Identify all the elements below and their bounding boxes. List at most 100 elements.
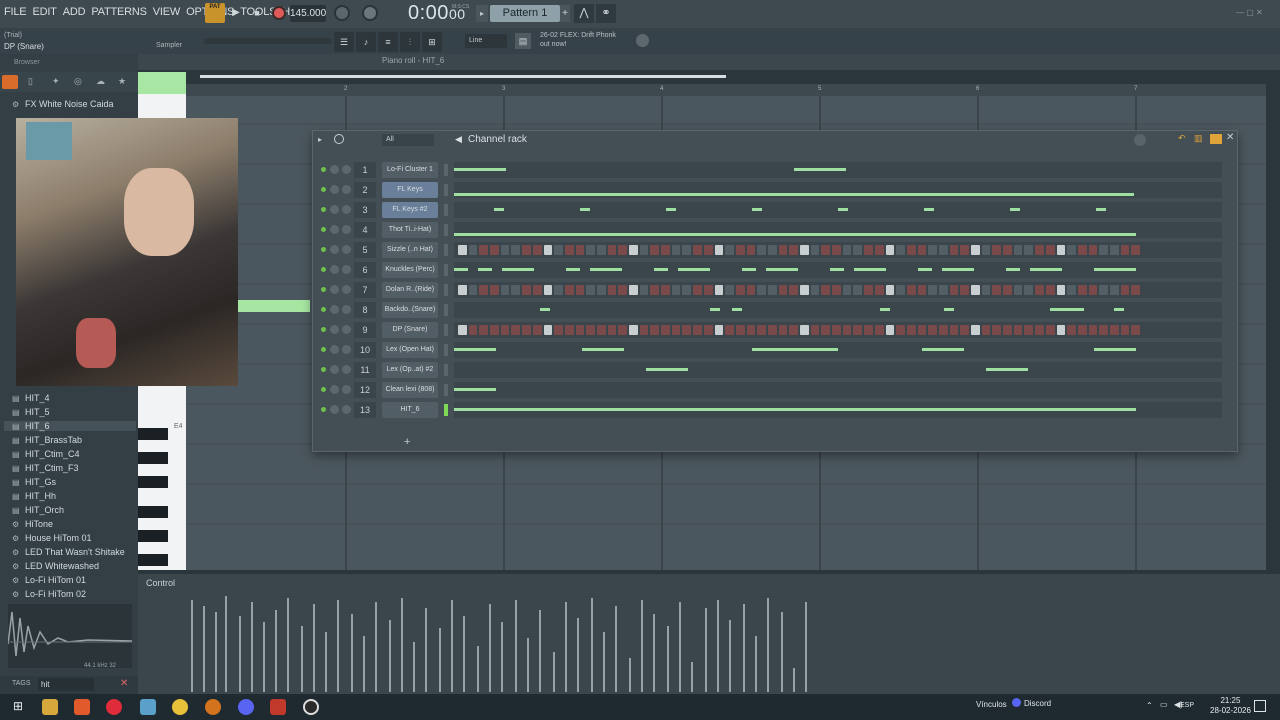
pan-knob[interactable] xyxy=(330,325,339,334)
rack-knob[interactable] xyxy=(1134,134,1146,146)
step-button[interactable] xyxy=(757,285,766,295)
clear-search-icon[interactable]: ✕ xyxy=(120,678,128,689)
browser-item[interactable]: ▤ HIT_4 xyxy=(12,393,50,403)
add-pattern-button[interactable]: + xyxy=(560,5,570,22)
add-channel-button[interactable]: + xyxy=(404,436,410,448)
brave-icon[interactable] xyxy=(74,699,90,715)
browser-item-selected[interactable]: ▤ HIT_6 xyxy=(4,421,136,431)
step-button[interactable] xyxy=(618,325,627,335)
step-button[interactable] xyxy=(874,285,884,295)
step-button[interactable] xyxy=(1099,245,1108,255)
step-button[interactable] xyxy=(714,285,724,295)
step-button[interactable] xyxy=(703,325,713,335)
step-button[interactable] xyxy=(960,245,969,255)
mixer-track-number[interactable]: 10 xyxy=(354,342,376,358)
tempo-display[interactable]: 145.000 xyxy=(290,5,326,22)
step-button[interactable] xyxy=(1045,285,1055,295)
step-button[interactable] xyxy=(458,325,467,335)
step-button[interactable] xyxy=(682,245,692,255)
mute-led[interactable] xyxy=(321,267,326,272)
mixer-track-number[interactable]: 13 xyxy=(354,402,376,418)
volume-knob[interactable] xyxy=(342,265,351,274)
channel-name-button[interactable]: Lex (Open Hat) xyxy=(382,342,438,358)
step-button[interactable] xyxy=(906,285,916,295)
volume-knob[interactable] xyxy=(342,205,351,214)
step-button[interactable] xyxy=(671,245,681,255)
step-button[interactable] xyxy=(1077,245,1087,255)
step-button[interactable] xyxy=(554,325,563,335)
step-button[interactable] xyxy=(885,285,895,295)
menu-edit[interactable]: EDIT xyxy=(32,6,56,18)
step-button[interactable] xyxy=(714,245,724,255)
step-button[interactable] xyxy=(810,325,820,335)
browser-item[interactable]: ▤ HIT_Ctim_C4 xyxy=(12,449,80,459)
pan-knob[interactable] xyxy=(330,405,339,414)
notification-icon[interactable] xyxy=(1254,700,1266,712)
sample-waveform-preview[interactable] xyxy=(7,604,133,668)
mixer-track-number[interactable]: 5 xyxy=(354,242,376,258)
step-button[interactable] xyxy=(842,245,852,255)
step-button[interactable] xyxy=(896,325,905,335)
step-button[interactable] xyxy=(458,245,467,255)
step-button[interactable] xyxy=(650,325,660,335)
mute-led[interactable] xyxy=(321,367,326,372)
graph-icon[interactable]: ▥ xyxy=(1194,133,1203,144)
close-icon[interactable]: ✕ xyxy=(1226,132,1234,143)
volume-knob[interactable] xyxy=(342,245,351,254)
pan-knob[interactable] xyxy=(330,185,339,194)
select-indicator[interactable] xyxy=(444,224,448,236)
step-button[interactable] xyxy=(607,285,617,295)
step-button[interactable] xyxy=(1013,325,1023,335)
step-button[interactable] xyxy=(586,245,595,255)
step-sequencer[interactable] xyxy=(458,245,1140,255)
network-icon[interactable]: ▭ xyxy=(1160,700,1168,709)
step-button[interactable] xyxy=(746,325,756,335)
channel-name-button[interactable]: FL Keys #2 xyxy=(382,202,438,218)
piano-roll-icon[interactable]: ♪ xyxy=(356,32,376,52)
pan-knob[interactable] xyxy=(330,225,339,234)
volume-knob[interactable] xyxy=(342,405,351,414)
play-button[interactable]: ▶ xyxy=(228,5,244,21)
step-button[interactable] xyxy=(1067,245,1076,255)
mute-led[interactable] xyxy=(321,407,326,412)
step-button[interactable] xyxy=(1067,285,1076,295)
step-button[interactable] xyxy=(832,285,841,295)
select-indicator[interactable] xyxy=(444,284,448,296)
browser-item[interactable]: ▤ HIT_Ctim_F3 xyxy=(12,463,79,473)
step-button[interactable] xyxy=(671,285,681,295)
step-button[interactable] xyxy=(564,325,574,335)
channel-lane[interactable] xyxy=(454,282,1222,298)
step-button[interactable] xyxy=(1024,325,1034,335)
pan-knob[interactable] xyxy=(330,365,339,374)
select-indicator[interactable] xyxy=(444,304,448,316)
step-sequencer[interactable] xyxy=(458,285,1140,295)
opera-icon[interactable] xyxy=(106,699,122,715)
step-button[interactable] xyxy=(479,325,489,335)
voicemeeter-icon[interactable] xyxy=(270,699,286,715)
step-button[interactable] xyxy=(906,325,916,335)
volume-knob[interactable] xyxy=(342,345,351,354)
step-button[interactable] xyxy=(746,285,756,295)
channel-row[interactable]: 1 Lo-Fi Cluster 1 xyxy=(318,161,1222,179)
step-button[interactable] xyxy=(607,325,617,335)
mute-led[interactable] xyxy=(321,227,326,232)
step-button[interactable] xyxy=(800,285,809,295)
select-indicator[interactable] xyxy=(444,324,448,336)
mixer-track-number[interactable]: 9 xyxy=(354,322,376,338)
step-button[interactable] xyxy=(971,245,980,255)
channel-lane[interactable] xyxy=(454,202,1222,218)
step-button[interactable] xyxy=(575,325,585,335)
pattern-song-toggle[interactable]: PAT xyxy=(205,3,225,23)
step-button[interactable] xyxy=(629,285,638,295)
globe-icon[interactable] xyxy=(636,34,649,47)
browser-item[interactable]: ⚙ Lo-Fi HiTom 02 xyxy=(12,589,86,599)
select-indicator[interactable] xyxy=(444,164,448,176)
mute-led[interactable] xyxy=(321,187,326,192)
channel-row[interactable]: 13 HIT_6 xyxy=(318,401,1222,419)
mixer-track-number[interactable]: 6 xyxy=(354,262,376,278)
select-indicator[interactable] xyxy=(444,344,448,356)
step-button[interactable] xyxy=(778,285,788,295)
step-button[interactable] xyxy=(511,245,521,255)
step-button[interactable] xyxy=(468,325,478,335)
volume-knob[interactable] xyxy=(342,185,351,194)
